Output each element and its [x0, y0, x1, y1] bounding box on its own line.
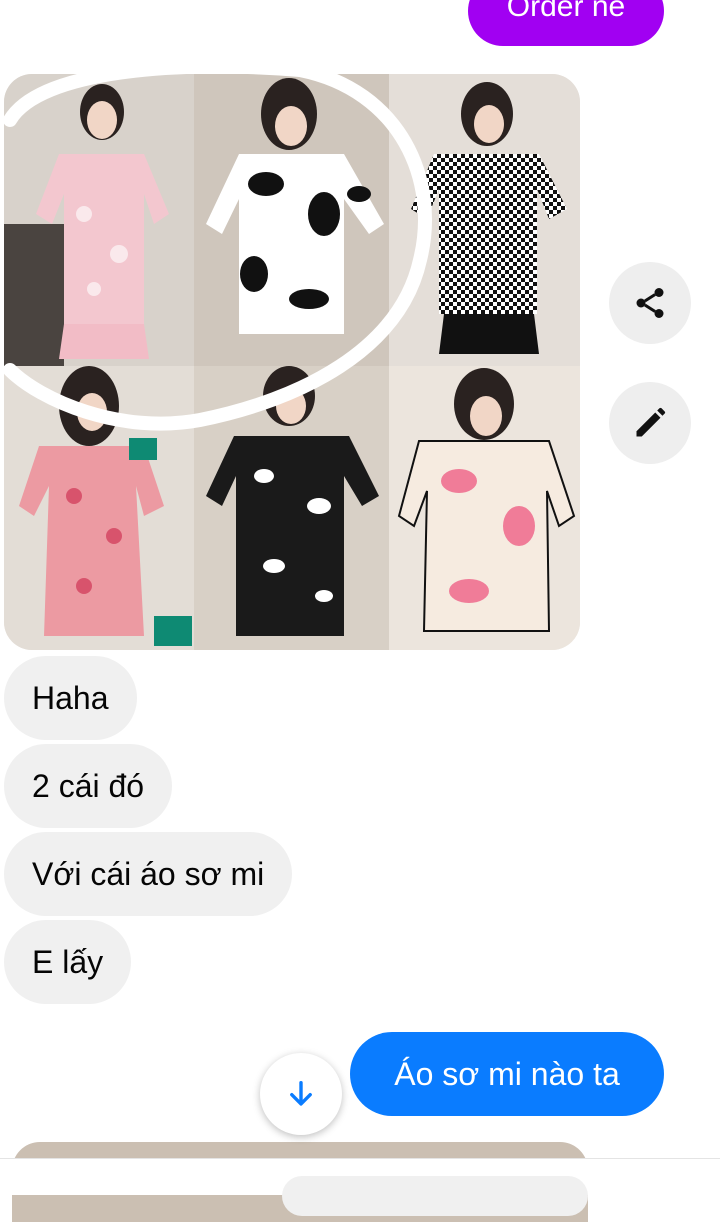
message-text: E lấy: [32, 943, 104, 980]
edit-button[interactable]: [609, 382, 691, 464]
photo-cell-pink-floral: [4, 74, 194, 366]
incoming-message-bubble[interactable]: Với cái áo sơ mi: [4, 832, 293, 916]
outgoing-message-bubble[interactable]: Order nè: [468, 0, 664, 46]
pencil-icon: [636, 407, 666, 437]
message-text: Áo sơ mi nào ta: [394, 1055, 620, 1092]
message-input[interactable]: [282, 1176, 588, 1216]
message-text: 2 cái đó: [32, 767, 145, 804]
photo-cell-pink-cow: [389, 366, 580, 650]
message-text: Order nè: [506, 0, 626, 23]
incoming-message-bubble[interactable]: 2 cái đó: [4, 744, 173, 828]
message-text: Haha: [32, 679, 109, 716]
photo-cell-pink-hearts: [4, 366, 194, 650]
photo-cell-cow-print: [194, 74, 389, 366]
shared-photo[interactable]: [4, 74, 580, 650]
incoming-message-bubble[interactable]: Haha: [4, 656, 137, 740]
scroll-to-bottom-button[interactable]: [260, 1053, 342, 1135]
share-icon: [636, 288, 664, 318]
message-text: Với cái áo sơ mi: [32, 855, 265, 892]
arrow-down-icon: [290, 1080, 312, 1106]
photo-cell-houndstooth: [389, 74, 580, 366]
outgoing-message-bubble[interactable]: Áo sơ mi nào ta: [350, 1032, 664, 1116]
share-button[interactable]: [609, 262, 691, 344]
photo-cell-black-spots: [194, 366, 389, 650]
incoming-message-bubble[interactable]: E lấy: [4, 920, 132, 1004]
